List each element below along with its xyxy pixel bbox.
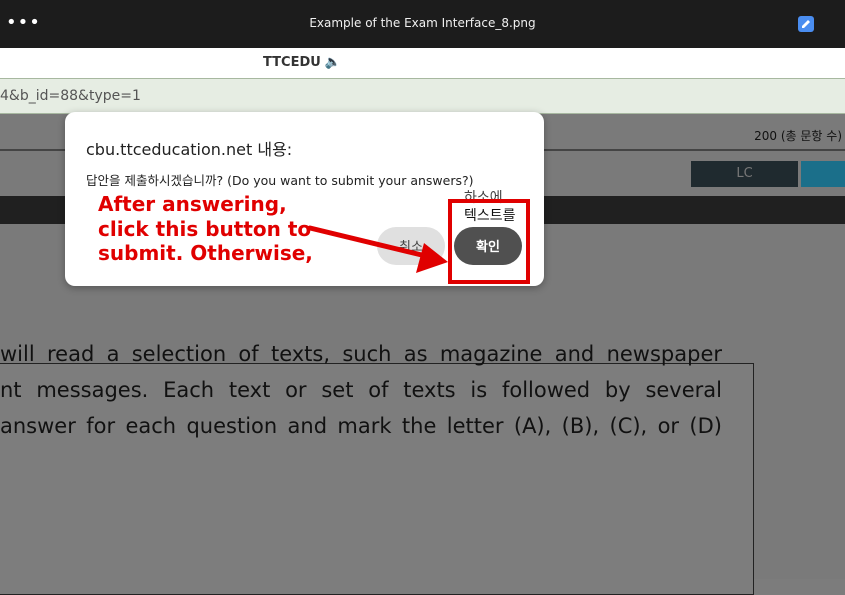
directions-line: will read a selection of texts, such as … [0,342,722,366]
dialog-title: cbu.ttceducation.net 내용: [86,140,293,159]
directions-line: answer for each question and mark the le… [0,414,722,438]
browser-tab-bar: TTCEDU 🔈 [0,48,845,78]
rc-button[interactable] [801,161,845,187]
annotation-text: After answering, click this button to su… [98,192,313,266]
speaker-icon: 🔈 [324,55,341,70]
directions-text: will read a selection of texts, such as … [0,336,722,444]
highlight-box [448,199,530,284]
window-title: Example of the Exam Interface_8.png [309,16,536,30]
window-titlebar: ••• Example of the Exam Interface_8.png [0,0,845,48]
tab-title-text: TTCEDU [263,55,321,70]
annotation-arrow [307,225,448,273]
address-bar[interactable]: 4&b_id=88&type=1 [0,78,845,114]
annotation-line: After answering, [98,192,287,216]
dialog-message: 답안을 제출하시겠습니까? (Do you want to submit you… [86,173,474,188]
tab-title[interactable]: TTCEDU 🔈 [263,55,341,70]
directions-line: nt messages. Each text or set of texts i… [0,378,722,402]
edit-pen-icon[interactable] [798,16,814,32]
annotation-line: submit. Otherwise, [98,241,313,265]
question-count: 200 (총 문항 수) [754,129,842,143]
url-text: 4&b_id=88&type=1 [0,88,141,104]
lc-button[interactable]: LC [691,161,798,187]
annotation-line: click this button to [98,216,312,241]
